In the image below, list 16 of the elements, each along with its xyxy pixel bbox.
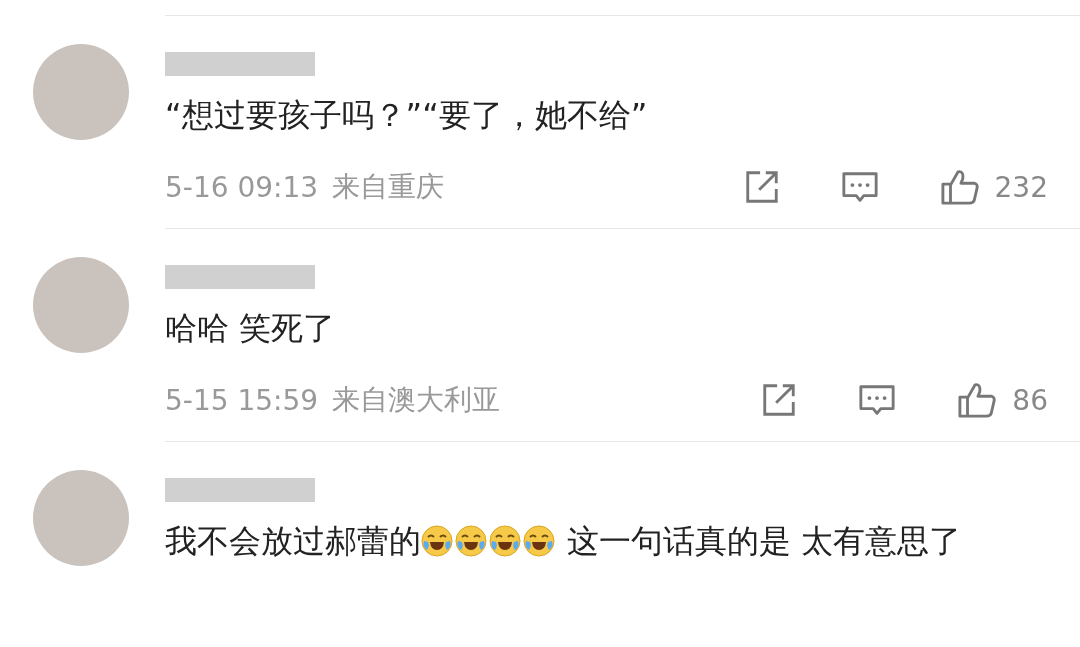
laughing-crying-emoji-icon xyxy=(455,525,487,557)
laughing-crying-emoji-icon xyxy=(489,525,521,557)
comment-location: 来自澳大利亚 xyxy=(332,382,501,418)
like-count: 86 xyxy=(1012,383,1048,417)
comment-text: 我不会放过郝蕾的 xyxy=(165,522,421,560)
comment-time: 5-15 15:59 xyxy=(165,383,319,417)
comment-text: “想过要孩子吗？”“要了，她不给” xyxy=(165,96,648,134)
laughing-crying-emoji-icon xyxy=(523,525,555,557)
comment-location: 来自重庆 xyxy=(332,169,445,205)
comment-time: 5-16 09:13 xyxy=(165,170,319,204)
comment-text: 这一句话真的是 太有意思了 xyxy=(566,522,962,560)
laughing-crying-emoji-icon xyxy=(421,525,453,557)
thumbs-up-icon[interactable] xyxy=(938,168,981,206)
thumbs-up-icon[interactable] xyxy=(956,381,999,419)
comment-text: 哈哈 笑死了 xyxy=(165,309,336,347)
like-count: 232 xyxy=(994,170,1048,204)
